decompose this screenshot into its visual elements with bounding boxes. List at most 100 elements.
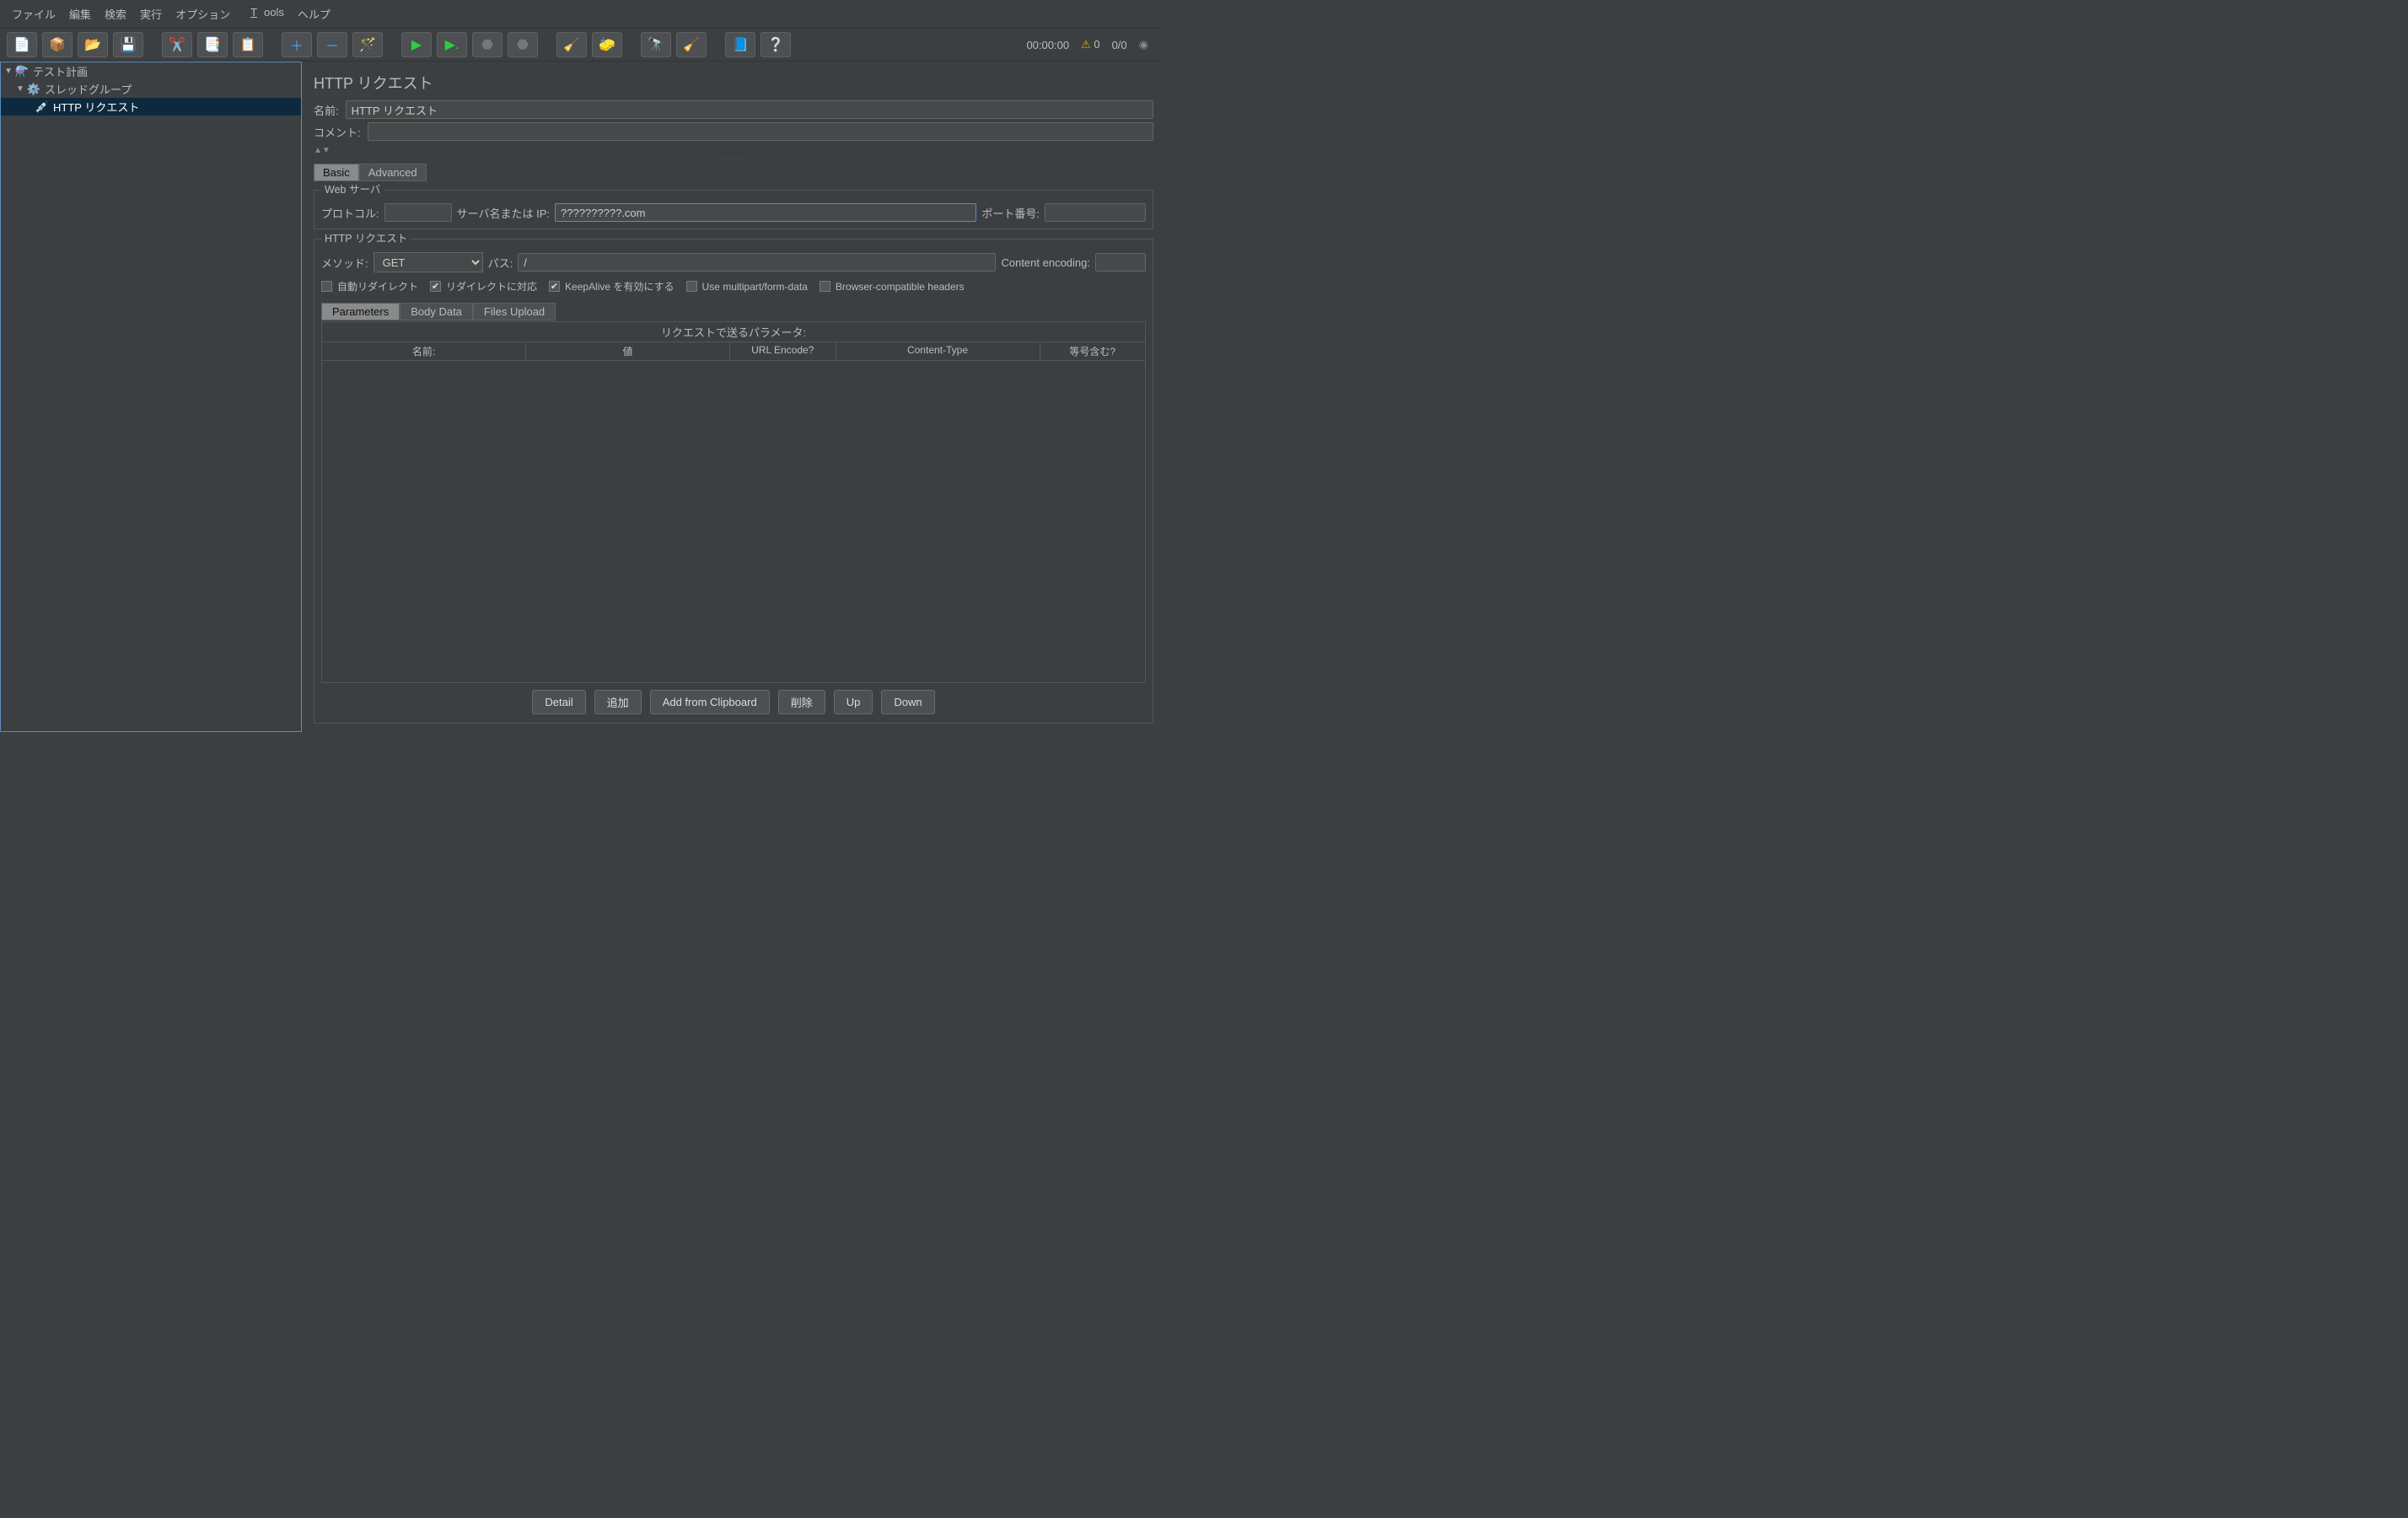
col-value[interactable]: 値 bbox=[526, 342, 730, 360]
content-panel: HTTP リクエスト 名前: コメント: ▲▼ ::::::::: Basic … bbox=[302, 62, 1162, 732]
detail-button[interactable]: Detail bbox=[532, 690, 585, 714]
server-label: サーバ名または IP: bbox=[457, 205, 550, 221]
col-name[interactable]: 名前: bbox=[322, 342, 526, 360]
content-enc-input[interactable] bbox=[1095, 253, 1146, 272]
param-area: リクエストで送るパラメータ: 名前: 値 URL Encode? Content… bbox=[321, 321, 1146, 683]
cb-auto-redirect[interactable]: 自動リダイレクト bbox=[321, 279, 418, 293]
warn-badge: ⚠ 0 bbox=[1081, 38, 1100, 51]
protocol-input[interactable] bbox=[384, 203, 452, 222]
tab-files-upload[interactable]: Files Upload bbox=[473, 303, 556, 320]
up-button[interactable]: Up bbox=[834, 690, 873, 714]
templates-icon[interactable]: 📦 bbox=[42, 32, 73, 57]
wand-icon[interactable]: 🪄 bbox=[352, 32, 383, 57]
tree-root-label: テスト計画 bbox=[33, 63, 88, 79]
down-button[interactable]: Down bbox=[881, 690, 934, 714]
tab-advanced[interactable]: Advanced bbox=[359, 164, 427, 181]
resize-grip[interactable]: ::::::::: bbox=[314, 157, 1153, 162]
run-icon[interactable]: ▶ bbox=[401, 32, 432, 57]
add-clipboard-button[interactable]: Add from Clipboard bbox=[650, 690, 770, 714]
tree-http-request[interactable]: 💉 HTTP リクエスト bbox=[1, 98, 301, 116]
protocol-label: プロトコル: bbox=[321, 205, 379, 221]
search-icon[interactable]: 🔭 bbox=[641, 32, 671, 57]
param-body[interactable] bbox=[322, 361, 1145, 682]
copy-icon[interactable]: 📑 bbox=[197, 32, 228, 57]
open-icon[interactable]: 📂 bbox=[78, 32, 108, 57]
function-icon[interactable]: 📘 bbox=[725, 32, 755, 57]
checkbox-icon bbox=[321, 281, 332, 292]
menu-help[interactable]: ヘルプ bbox=[291, 3, 337, 24]
tab-body-data[interactable]: Body Data bbox=[400, 303, 473, 320]
tree-group[interactable]: ▼ ⚙️ スレッドグループ bbox=[1, 80, 301, 98]
help-icon[interactable]: ❔ bbox=[761, 32, 791, 57]
toolbar: 📄 📦 📂 💾 ✂️ 📑 📋 ＋ － 🪄 ▶ ▶. ⬣ ⬣ 🧹 🧽 🔭 🧹 📘 … bbox=[0, 28, 1162, 62]
reset-search-icon[interactable]: 🧹 bbox=[676, 32, 707, 57]
menu-search[interactable]: 検索 bbox=[98, 3, 133, 24]
param-title: リクエストで送るパラメータ: bbox=[322, 322, 1145, 342]
gear-icon: ⚙️ bbox=[26, 83, 41, 96]
server-input[interactable] bbox=[555, 203, 976, 222]
page-title: HTTP リクエスト bbox=[314, 72, 1153, 94]
run-notimer-icon[interactable]: ▶. bbox=[437, 32, 467, 57]
http-request-group: HTTP リクエスト メソッド: GET パス: Content encodin… bbox=[314, 231, 1153, 724]
thread-count: 0/0 bbox=[1112, 39, 1127, 51]
content-enc-label: Content encoding: bbox=[1001, 256, 1090, 269]
path-input[interactable] bbox=[518, 253, 996, 272]
tab-basic[interactable]: Basic bbox=[314, 164, 359, 181]
cb-keep-alive[interactable]: ✔KeepAlive を有効にする bbox=[549, 279, 675, 293]
new-icon[interactable]: 📄 bbox=[7, 32, 37, 57]
menu-options[interactable]: オプション bbox=[169, 3, 237, 24]
path-label: パス: bbox=[488, 255, 513, 271]
param-tabs: Parameters Body Data Files Upload bbox=[321, 302, 1146, 320]
button-row: Detail 追加 Add from Clipboard 削除 Up Down bbox=[321, 683, 1146, 716]
add-button[interactable]: 追加 bbox=[594, 690, 642, 714]
name-label: 名前: bbox=[314, 102, 339, 118]
col-encode[interactable]: URL Encode? bbox=[730, 342, 836, 360]
checkbox-icon bbox=[686, 281, 697, 292]
add-icon[interactable]: ＋ bbox=[282, 32, 312, 57]
menu-tools[interactable]: Tools bbox=[237, 3, 291, 24]
delete-button[interactable]: 削除 bbox=[778, 690, 825, 714]
cb-multipart[interactable]: Use multipart/form-data bbox=[686, 281, 808, 293]
tree-item-label: HTTP リクエスト bbox=[53, 99, 139, 115]
checkbox-icon bbox=[820, 281, 830, 292]
config-tabs: Basic Advanced bbox=[314, 163, 1153, 180]
remove-icon[interactable]: － bbox=[317, 32, 347, 57]
tab-parameters[interactable]: Parameters bbox=[321, 303, 400, 320]
collapse-arrows[interactable]: ▲▼ bbox=[314, 146, 1153, 155]
port-input[interactable] bbox=[1045, 203, 1146, 222]
menubar: ファイル 編集 検索 実行 オプション Tools ヘルプ bbox=[0, 0, 1162, 28]
stop-icon[interactable]: ⬣ bbox=[472, 32, 503, 57]
tree-panel[interactable]: ▼ ⚗️ テスト計画 ▼ ⚙️ スレッドグループ 💉 HTTP リクエスト bbox=[0, 62, 302, 732]
pipette-icon: 💉 bbox=[35, 100, 50, 114]
flask-icon: ⚗️ bbox=[14, 65, 30, 78]
web-server-legend: Web サーバ bbox=[321, 180, 384, 196]
save-icon[interactable]: 💾 bbox=[113, 32, 143, 57]
col-equals[interactable]: 等号含む? bbox=[1040, 342, 1146, 360]
param-header: 名前: 値 URL Encode? Content-Type 等号含む? bbox=[322, 342, 1145, 361]
cb-follow-redirect[interactable]: ✔リダイレクトに対応 bbox=[430, 279, 537, 293]
cb-browser-headers[interactable]: Browser-compatible headers bbox=[820, 281, 965, 293]
cut-icon[interactable]: ✂️ bbox=[162, 32, 192, 57]
comment-label: コメント: bbox=[314, 124, 361, 140]
status-bar: 00:00:00 ⚠ 0 0/0 ◉ bbox=[1026, 38, 1155, 51]
gauge-icon: ◉ bbox=[1139, 38, 1148, 51]
method-select[interactable]: GET bbox=[374, 252, 483, 272]
menu-edit[interactable]: 編集 bbox=[62, 3, 98, 24]
tree-root[interactable]: ▼ ⚗️ テスト計画 bbox=[1, 62, 301, 80]
clear-all-icon[interactable]: 🧽 bbox=[592, 32, 622, 57]
name-input[interactable] bbox=[346, 100, 1153, 119]
col-ctype[interactable]: Content-Type bbox=[836, 342, 1040, 360]
port-label: ポート番号: bbox=[981, 205, 1040, 221]
web-server-group: Web サーバ プロトコル: サーバ名または IP: ポート番号: bbox=[314, 182, 1153, 229]
elapsed-time: 00:00:00 bbox=[1026, 39, 1069, 51]
comment-input[interactable] bbox=[368, 122, 1153, 141]
clear-icon[interactable]: 🧹 bbox=[556, 32, 587, 57]
checkbox-icon: ✔ bbox=[549, 281, 560, 292]
main-area: ▼ ⚗️ テスト計画 ▼ ⚙️ スレッドグループ 💉 HTTP リクエスト HT… bbox=[0, 62, 1162, 732]
shutdown-icon[interactable]: ⬣ bbox=[508, 32, 538, 57]
menu-file[interactable]: ファイル bbox=[5, 3, 62, 24]
tree-group-label: スレッドグループ bbox=[45, 81, 132, 97]
http-request-legend: HTTP リクエスト bbox=[321, 229, 411, 245]
paste-icon[interactable]: 📋 bbox=[233, 32, 263, 57]
menu-run[interactable]: 実行 bbox=[133, 3, 169, 24]
